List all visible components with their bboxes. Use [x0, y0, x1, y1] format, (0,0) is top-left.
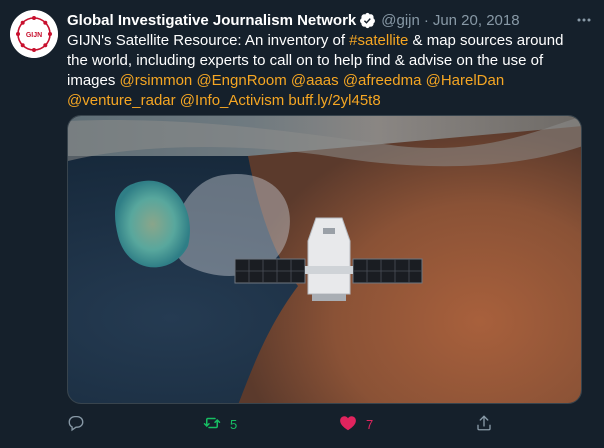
- satellite-photo: [68, 116, 581, 403]
- reply-icon: [67, 414, 85, 435]
- share-icon: [475, 414, 493, 435]
- retweet-button[interactable]: 5: [203, 412, 237, 436]
- avatar[interactable]: GIJN: [10, 10, 58, 58]
- tweet-header: Global Investigative Journalism Network …: [67, 10, 594, 30]
- retweet-count: 5: [230, 416, 238, 432]
- hashtag-link[interactable]: #satellite: [349, 32, 408, 49]
- like-count: 7: [366, 416, 374, 432]
- mention-link[interactable]: @venture_radar: [67, 92, 176, 109]
- separator-dot: ·: [423, 11, 429, 29]
- mention-link[interactable]: @HarelDan: [426, 72, 505, 89]
- mention-link[interactable]: @afreedma: [343, 72, 422, 89]
- tweet-text-segment: GIJN's Satellite Resource: An inventory …: [67, 32, 350, 49]
- retweet-icon: [203, 414, 221, 435]
- reply-button[interactable]: [67, 412, 94, 436]
- more-options-icon[interactable]: [574, 10, 594, 30]
- mention-link[interactable]: @aaas: [291, 72, 339, 89]
- heart-icon: [339, 414, 357, 435]
- url-link[interactable]: buff.ly/2yl45t8: [288, 92, 380, 109]
- handle[interactable]: @gijn: [381, 12, 420, 29]
- tweet-media-image[interactable]: [67, 115, 582, 404]
- gijn-logo: GIJN: [10, 10, 58, 58]
- mention-link[interactable]: @Info_Activism: [180, 92, 284, 109]
- like-button[interactable]: 7: [339, 412, 373, 436]
- share-button[interactable]: [475, 412, 493, 436]
- tweet-actions: 5 7: [67, 412, 497, 436]
- mention-link[interactable]: @rsimmon: [120, 72, 193, 89]
- verified-badge-icon: [359, 12, 376, 29]
- display-name[interactable]: Global Investigative Journalism Network: [67, 12, 356, 29]
- tweet-card[interactable]: GIJN Global Investigative Journalism Net…: [0, 0, 604, 448]
- tweet-date[interactable]: Jun 20, 2018: [433, 12, 520, 29]
- avatar-text: GIJN: [26, 32, 42, 39]
- tweet-text: GIJN's Satellite Resource: An inventory …: [67, 31, 587, 111]
- mention-link[interactable]: @EngnRoom: [196, 72, 286, 89]
